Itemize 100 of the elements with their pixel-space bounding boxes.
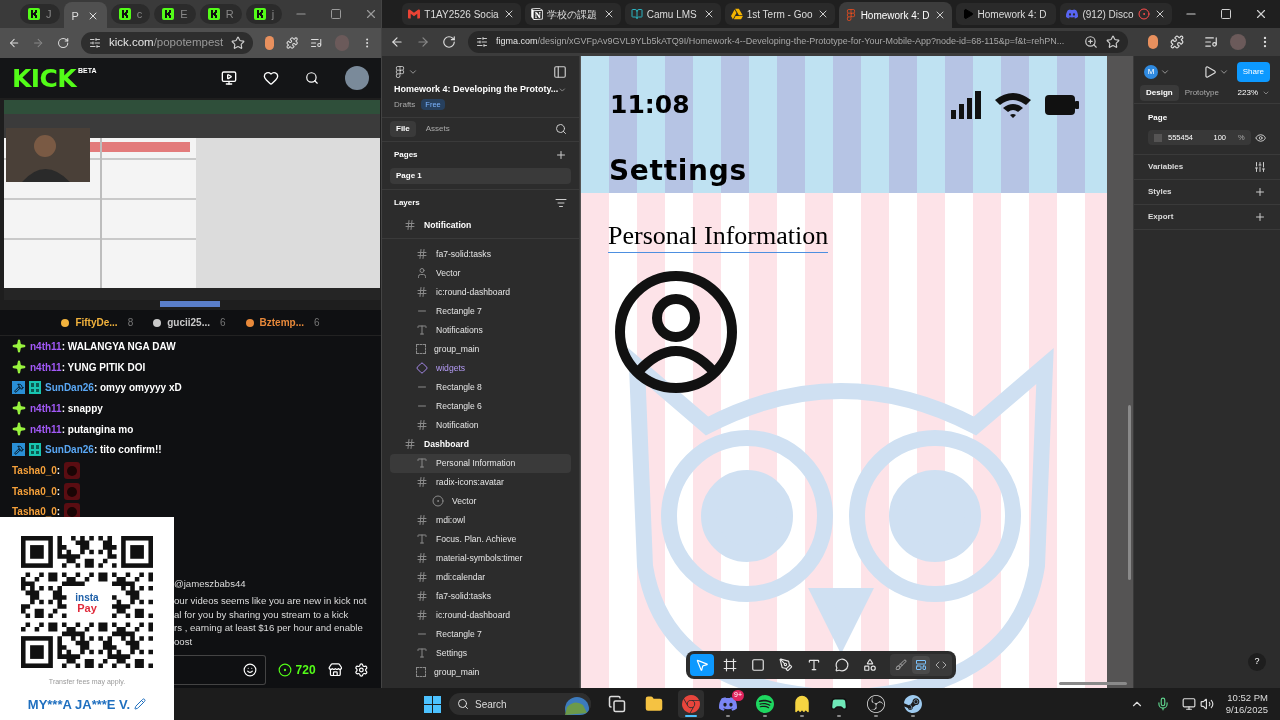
present-icon[interactable] [1202,65,1217,79]
layer-item[interactable]: material-symbols:timer [390,548,571,568]
layer-item[interactable]: group_main [390,339,571,359]
section-heading[interactable]: Export [1148,211,1174,223]
visibility-icon[interactable] [1254,131,1266,144]
microphone-icon[interactable] [1155,697,1170,711]
extension-icon[interactable] [1148,35,1158,49]
browser-tab[interactable]: c [110,4,151,24]
browser-tab[interactable]: R [199,4,242,24]
close-icon[interactable] [1254,7,1268,21]
browser-tab[interactable]: (912) Disco [1060,3,1172,25]
heart-icon[interactable] [263,70,279,86]
layer-item[interactable]: ic:round-dashboard [390,605,571,625]
taskbar-app[interactable] [678,690,704,718]
layer-item[interactable]: Rectangle 7 [390,301,571,321]
search-field[interactable]: Search [449,693,591,715]
search-icon[interactable] [555,123,567,135]
gifter-item[interactable]: Bztemp... 6 [245,315,320,330]
zoom-level[interactable]: 223% [1237,86,1258,99]
browser-tab[interactable]: j [245,4,283,24]
layer-item[interactable]: ic:round-dashboard [390,282,571,302]
mode-toggle[interactable] [912,656,930,674]
og-badge-icon [29,443,41,457]
back-icon[interactable] [8,36,21,50]
layer-item[interactable]: Settings [390,643,571,663]
media-icon[interactable] [1204,35,1218,49]
panel-tab[interactable]: Assets [419,121,456,137]
start-icon[interactable] [424,695,441,713]
reload-icon[interactable] [442,35,456,49]
caret-icon[interactable] [408,67,418,77]
variables-icon[interactable] [1254,161,1266,173]
layer-item[interactable]: Dashboard [390,434,571,454]
user-avatar[interactable]: M [1144,65,1158,79]
extensions-icon[interactable] [1170,35,1184,49]
panel-toggle-icon[interactable] [553,65,567,79]
browser-tab[interactable]: Camu LMS [624,3,721,25]
browser-tab[interactable]: Homework 4: D [955,3,1057,25]
search-icon[interactable] [305,71,319,85]
browser-tab[interactable]: J [20,4,60,24]
settings-icon[interactable] [354,662,369,679]
panel-tab[interactable]: Prototype [1178,84,1225,101]
layer-item[interactable]: mdi:owl [390,510,571,530]
caret-icon[interactable] [1160,67,1170,77]
layer-item[interactable]: Notification [390,215,571,235]
volume-icon[interactable] [1199,697,1214,711]
layer-options-icon[interactable] [555,196,567,209]
gifter-item[interactable]: FiftyDe... 8 [61,315,134,330]
browser-tab[interactable]: 学校の課題 [524,3,621,25]
layer-item[interactable]: radix-icons:avatar [390,472,571,492]
figma-menu-icon[interactable] [394,66,406,78]
emoji-icon[interactable] [242,663,257,678]
pencil-icon[interactable] [134,698,147,711]
store-icon[interactable] [327,662,343,679]
vertical-scrollbar[interactable] [1128,405,1131,580]
layer-item[interactable]: Focus. Plan. Achieve [390,529,571,549]
layer-item[interactable]: fa7-solid:tasks [390,586,571,606]
layer-item[interactable]: Vector [390,491,571,511]
layer-item[interactable]: mdi:calendar [390,567,571,587]
panel-tab[interactable]: Design [1140,84,1179,101]
add-page-icon[interactable] [555,148,567,161]
maximize-icon[interactable] [1220,8,1232,20]
layer-item[interactable]: Notifications [390,320,571,340]
file-title[interactable]: Homework 4: Developing the Prototy... [394,83,559,97]
browser-tab[interactable]: P [63,2,107,30]
horizontal-scrollbar[interactable] [1059,682,1127,685]
browser-tab[interactable]: Homework 4: D [838,2,952,28]
add-icon[interactable] [1254,211,1266,223]
extension-icon[interactable] [265,36,275,50]
layer-item[interactable]: Vector [390,263,571,283]
caret-icon[interactable] [1218,67,1229,77]
page-item[interactable]: Page 1 [390,167,571,184]
extensions-icon[interactable] [286,36,299,50]
reload-icon[interactable] [56,36,69,50]
forward-icon[interactable] [416,35,430,49]
tool-button[interactable] [690,654,714,676]
layer-item[interactable]: Rectangle 6 [390,396,571,416]
layer-item[interactable]: Personal Information [390,453,571,473]
layer-item[interactable]: group_main [390,662,571,682]
clock[interactable]: 10:52 PM 9/16/2025 [1225,692,1268,716]
help-button[interactable]: ? [1248,653,1266,671]
clips-icon[interactable] [221,70,237,86]
section-heading[interactable]: Styles [1148,186,1172,198]
layer-item[interactable]: Rectangle 8 [390,377,571,397]
layer-item[interactable]: Rectangle 7 [390,624,571,644]
layer-item[interactable]: fa7-solid:tasks [390,244,571,264]
browser-tab[interactable]: T1AY2526 Socia [402,3,521,25]
address-bar[interactable]: figma.com/design/xGVFpAv9GVL9YLb5kATQ9I/Homework-4--Developing-the-Prototype-for-Your-Mobile-App?node-id=68-115&p=f&t=rehPN... [468,31,1128,53]
layer-item[interactable]: Notification [390,415,571,435]
section-heading[interactable]: Variables [1148,161,1184,173]
media-icon[interactable] [310,36,323,50]
browser-tab[interactable]: E [154,4,196,24]
gifter-item[interactable]: gucii25... 6 [153,315,226,330]
add-icon[interactable] [1254,186,1266,198]
browser-tab[interactable]: 1st Term - Goo [724,3,835,25]
layer-item[interactable]: widgets [390,358,571,378]
back-icon[interactable] [390,35,404,49]
address-bar[interactable]: kick.com/popotempest [80,32,254,54]
points-counter[interactable]: 720 [277,661,316,680]
user-avatar[interactable] [345,66,369,90]
panel-tab[interactable]: File [390,121,416,137]
